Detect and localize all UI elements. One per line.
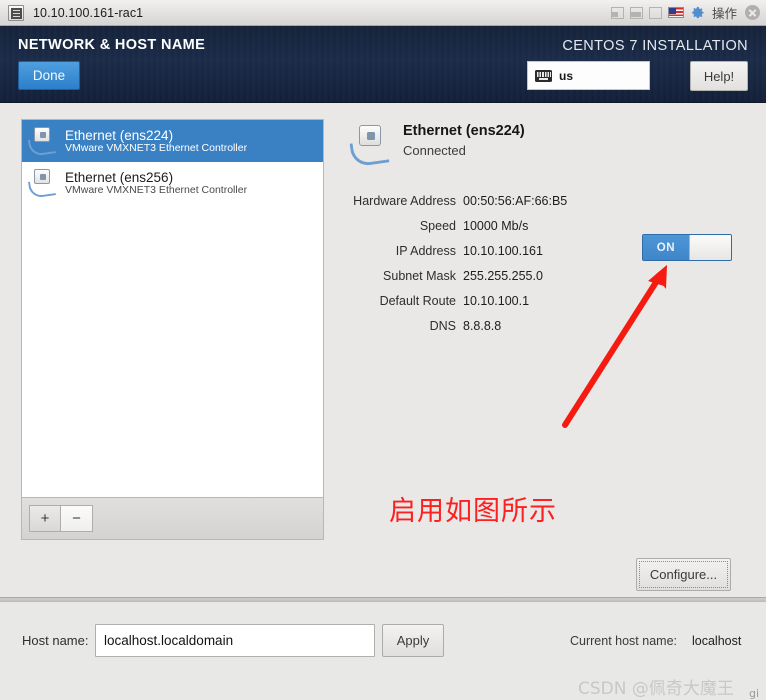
hostname-input[interactable]	[95, 624, 375, 657]
property-value: 255.255.255.0	[463, 268, 543, 283]
property-label: Speed	[419, 218, 456, 233]
current-hostname-value: localhost	[692, 634, 742, 648]
property-row: IP Address 10.10.100.161	[350, 238, 650, 263]
device-description: VMware VMXNET3 Ethernet Controller	[65, 183, 248, 196]
toggle-knob[interactable]	[689, 235, 731, 260]
us-flag-icon[interactable]	[667, 7, 684, 18]
page-title: NETWORK & HOST NAME	[18, 37, 206, 53]
device-detail-header: Ethernet (ens224) Connected	[349, 123, 525, 168]
keyboard-layout-label: us	[559, 68, 574, 83]
keyboard-icon	[535, 69, 552, 82]
watermark-text: CSDN @佩奇大魔王	[578, 679, 734, 699]
watermark-suffix: gi	[749, 687, 760, 700]
device-description: VMware VMXNET3 Ethernet Controller	[65, 141, 248, 154]
property-value: 10000 Mb/s	[463, 218, 529, 233]
window-controls: 操作	[610, 3, 760, 22]
add-device-button[interactable]: +	[29, 505, 61, 532]
list-item[interactable]: Ethernet (ens256) VMware VMXNET3 Etherne…	[22, 162, 323, 204]
property-row: Default Route 10.10.100.1	[350, 288, 650, 313]
gear-icon[interactable]	[690, 5, 705, 20]
ethernet-icon	[27, 168, 59, 199]
property-row: DNS 8.8.8.8	[350, 313, 650, 338]
maximize-icon[interactable]	[648, 6, 662, 19]
detail-device-name: Ethernet (ens224)	[403, 123, 525, 139]
operation-menu-label[interactable]: 操作	[712, 3, 737, 22]
network-toggle-switch[interactable]: ON	[642, 234, 732, 261]
keyboard-layout-indicator[interactable]: us	[527, 61, 650, 90]
property-value: 00:50:56:AF:66:B5	[463, 193, 568, 208]
apply-button[interactable]: Apply	[382, 624, 444, 657]
device-name: Ethernet (ens224)	[65, 127, 174, 143]
network-device-list[interactable]: Ethernet (ens224) VMware VMXNET3 Etherne…	[21, 119, 324, 498]
property-value: 10.10.100.161	[463, 243, 543, 258]
window-titlebar: 10.10.100.161-rac1 操作	[0, 0, 766, 26]
property-row: Subnet Mask 255.255.255.0	[350, 263, 650, 288]
annotation-text: 启用如图所示	[389, 496, 557, 527]
property-label: IP Address	[395, 243, 456, 258]
ethernet-icon	[27, 126, 59, 157]
window-title: 10.10.100.161-rac1	[33, 5, 144, 20]
property-row: Speed 10000 Mb/s	[350, 213, 650, 238]
property-value: 8.8.8.8	[463, 318, 502, 333]
remove-device-button[interactable]: −	[61, 505, 93, 532]
property-label: Hardware Address	[353, 193, 456, 208]
detail-connection-state: Connected	[403, 143, 466, 159]
restore-icon[interactable]	[629, 6, 643, 19]
close-icon[interactable]	[745, 5, 760, 20]
current-hostname-label: Current host name:	[570, 634, 677, 648]
installer-header: NETWORK & HOST NAME Done CENTOS 7 INSTAL…	[0, 26, 766, 103]
property-label: Subnet Mask	[383, 268, 456, 283]
done-button[interactable]: Done	[18, 61, 80, 90]
property-label: Default Route	[379, 293, 456, 308]
device-properties: Hardware Address 00:50:56:AF:66:B5 Speed…	[350, 188, 650, 338]
property-value: 10.10.100.1	[463, 293, 530, 308]
list-item[interactable]: Ethernet (ens224) VMware VMXNET3 Etherne…	[22, 120, 323, 162]
minimize-icon[interactable]	[610, 6, 624, 19]
ethernet-icon	[349, 125, 394, 168]
device-list-toolbar: + −	[21, 498, 324, 540]
terminal-icon	[8, 4, 24, 21]
product-title: CENTOS 7 INSTALLATION	[562, 38, 748, 54]
desktop-taskbar	[0, 597, 766, 602]
main-content: Ethernet (ens224) VMware VMXNET3 Etherne…	[0, 103, 766, 700]
property-row: Hardware Address 00:50:56:AF:66:B5	[350, 188, 650, 213]
configure-button[interactable]: Configure...	[636, 558, 731, 591]
help-button[interactable]: Help!	[690, 61, 748, 91]
property-label: DNS	[429, 318, 456, 333]
device-name: Ethernet (ens256)	[65, 169, 174, 185]
hostname-label: Host name:	[22, 633, 89, 648]
